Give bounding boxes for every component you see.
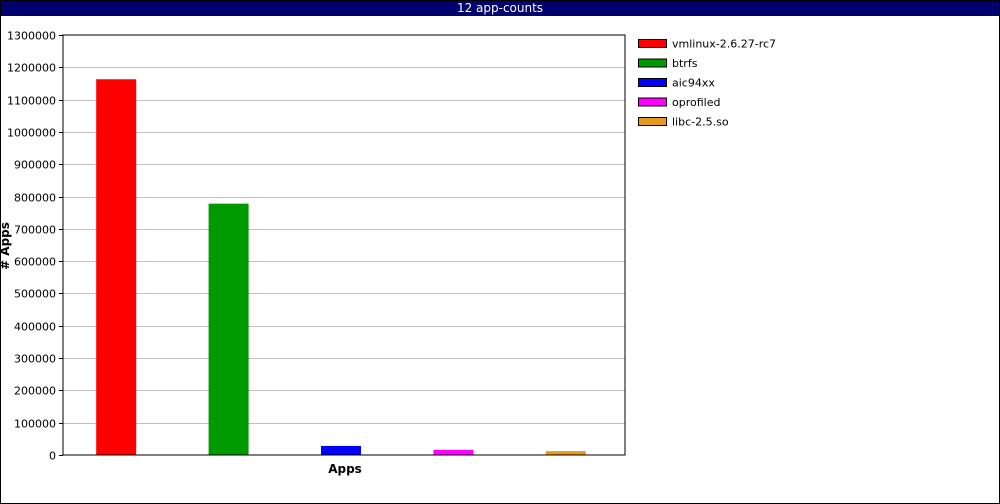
y-tick-label: 300000 [14,353,56,366]
bar-oprofiled [433,449,474,455]
y-tick-label: 400000 [14,321,56,334]
legend: vmlinux-2.6.27-rc7 btrfs aic94xx oprofiled l… [638,38,776,129]
y-tick-label: 1300000 [7,30,56,43]
grid-lines [63,67,625,424]
x-axis-label: Apps [328,462,362,476]
bar-libc-2.5.so [545,451,586,455]
y-tick-label: 1200000 [7,62,56,75]
y-tick-label: 0 [49,450,56,463]
legend-label: aic94xx [672,77,715,90]
y-tick-label: 200000 [14,385,56,398]
bar-aic94xx [321,445,361,455]
legend-swatch [638,97,667,107]
plot-area-border [62,34,626,456]
legend-swatch [638,117,667,126]
y-axis-label: # Apps [0,222,12,270]
legend-label: oprofiled [672,96,720,109]
y-axis-ticks: 0 100000 200000 300000 400000 500000 600000 700… [7,30,63,463]
bar-chart: 0 100000 200000 300000 400000 500000 600000 700… [0,30,776,477]
bars [96,79,586,455]
y-tick-label: 500000 [14,288,56,301]
bar-btrfs [208,203,249,455]
y-tick-label: 900000 [14,159,56,172]
y-tick-label: 800000 [14,192,56,205]
y-tick-label: 1100000 [7,95,56,108]
legend-label: btrfs [672,57,698,70]
bar-vmlinux-2.6.27-rc7 [96,79,137,455]
legend-swatch [638,58,667,68]
y-tick-label: 1000000 [7,127,56,140]
legend-label: vmlinux-2.6.27-rc7 [672,38,776,51]
legend-swatch [638,39,667,48]
y-tick-label: 600000 [14,256,56,269]
legend-swatch [638,78,667,87]
y-tick-label: 700000 [14,224,56,237]
y-tick-label: 100000 [14,418,56,431]
legend-label: libc-2.5.so [672,116,729,129]
